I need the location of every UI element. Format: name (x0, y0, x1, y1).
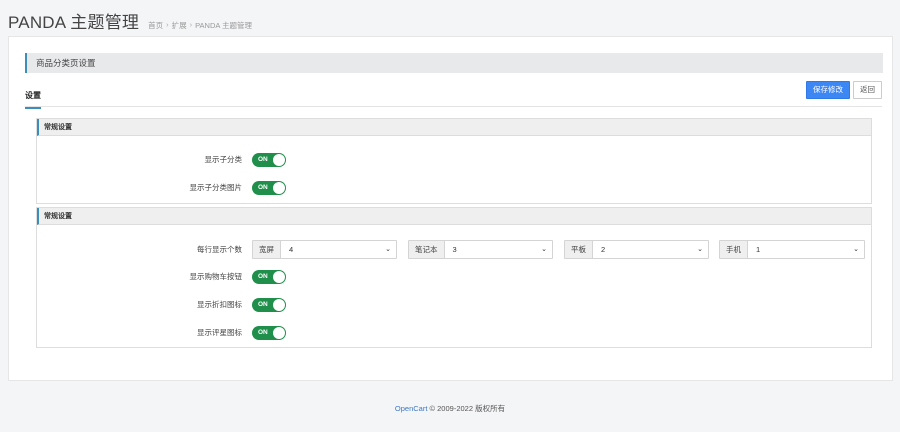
general-settings-panel-2: 常规设置 每行显示个数 宽屏 4 ⌄ 笔记本 3 ⌄ 平板 2 ⌄ 手机 1 ⌄… (36, 207, 872, 348)
chevron-down-icon: ⌄ (697, 246, 703, 253)
setting-row-show-discount-icon: 显示折扣图标 ON (37, 297, 871, 313)
setting-label: 显示子分类图片 (189, 183, 243, 192)
toggle-state: ON (258, 156, 268, 163)
select-prefix: 宽屏 (253, 241, 281, 258)
setting-row-show-cart-button: 显示购物车按钮 ON (37, 269, 871, 285)
copyright-text: © 2009-2022 版权所有 (427, 404, 506, 413)
tablet-columns-select[interactable]: 平板 2 ⌄ (564, 240, 709, 259)
select-prefix: 平板 (565, 241, 593, 258)
breadcrumb-extensions[interactable]: 扩展 (172, 20, 187, 31)
footer: OpenCart © 2009-2022 版权所有 (0, 403, 900, 414)
panel-title: 常规设置 (37, 208, 871, 225)
widescreen-columns-select[interactable]: 宽屏 4 ⌄ (252, 240, 397, 259)
save-button[interactable]: 保存修改 (806, 81, 850, 99)
toggle-knob (273, 271, 285, 283)
toggle-state: ON (258, 329, 268, 336)
breadcrumb-home[interactable]: 首页 (148, 20, 163, 31)
breadcrumb-panda[interactable]: PANDA 主题管理 (195, 20, 252, 31)
mobile-columns-select[interactable]: 手机 1 ⌄ (719, 240, 865, 259)
breadcrumb-separator: › (189, 20, 193, 29)
setting-label: 显示购物车按钮 (189, 272, 243, 281)
toggle-state: ON (258, 301, 268, 308)
select-value[interactable]: 2 ⌄ (593, 241, 708, 258)
show-subcategories-toggle[interactable]: ON (252, 153, 286, 167)
setting-label: 每行显示个数 (197, 245, 242, 254)
tab-divider (25, 106, 882, 107)
breadcrumb-separator: › (166, 20, 169, 29)
setting-row-show-subcategories: 显示子分类 ON (37, 152, 871, 168)
chevron-down-icon: ⌄ (541, 246, 547, 253)
toggle-knob (273, 327, 285, 339)
show-cart-button-toggle[interactable]: ON (252, 270, 286, 284)
chevron-down-icon: ⌄ (853, 246, 859, 253)
back-button[interactable]: 返回 (853, 81, 882, 99)
page-header: PANDA 主题管理 首页 › 扩展 › PANDA 主题管理 (8, 8, 252, 33)
settings-card: 商品分类页设置 保存修改 返回 设置 常规设置 显示子分类 ON 显示子分类图片… (8, 36, 893, 381)
setting-label: 显示子分类 (204, 155, 243, 164)
setting-label: 显示评星图标 (197, 328, 242, 337)
toggle-state: ON (258, 184, 268, 191)
breadcrumb: 首页 › 扩展 › PANDA 主题管理 (148, 20, 252, 31)
show-subcategory-images-toggle[interactable]: ON (252, 181, 286, 195)
toggle-knob (273, 154, 285, 166)
setting-row-show-rating-icon: 显示评星图标 ON (37, 325, 871, 341)
chevron-down-icon: ⌄ (385, 246, 391, 253)
toggle-state: ON (258, 273, 268, 280)
select-value[interactable]: 4 ⌄ (281, 241, 396, 258)
panel-title: 常规设置 (37, 119, 871, 136)
section-title: 商品分类页设置 (25, 53, 883, 73)
select-value[interactable]: 1 ⌄ (748, 241, 864, 258)
laptop-columns-select[interactable]: 笔记本 3 ⌄ (408, 240, 553, 259)
toggle-knob (273, 299, 285, 311)
select-prefix: 笔记本 (409, 241, 445, 258)
select-prefix: 手机 (720, 241, 748, 258)
general-settings-panel-1: 常规设置 显示子分类 ON 显示子分类图片 ON (36, 118, 872, 204)
show-discount-icon-toggle[interactable]: ON (252, 298, 286, 312)
page-title: PANDA 主题管理 (8, 13, 140, 32)
toggle-knob (273, 182, 285, 194)
setting-label: 显示折扣图标 (197, 300, 242, 309)
show-rating-icon-toggle[interactable]: ON (252, 326, 286, 340)
setting-row-show-subcategory-images: 显示子分类图片 ON (37, 180, 871, 196)
select-value[interactable]: 3 ⌄ (444, 241, 552, 258)
opencart-link[interactable]: OpenCart (395, 404, 428, 413)
setting-row-items-per-row: 每行显示个数 宽屏 4 ⌄ 笔记本 3 ⌄ 平板 2 ⌄ 手机 1 ⌄ (37, 240, 871, 259)
